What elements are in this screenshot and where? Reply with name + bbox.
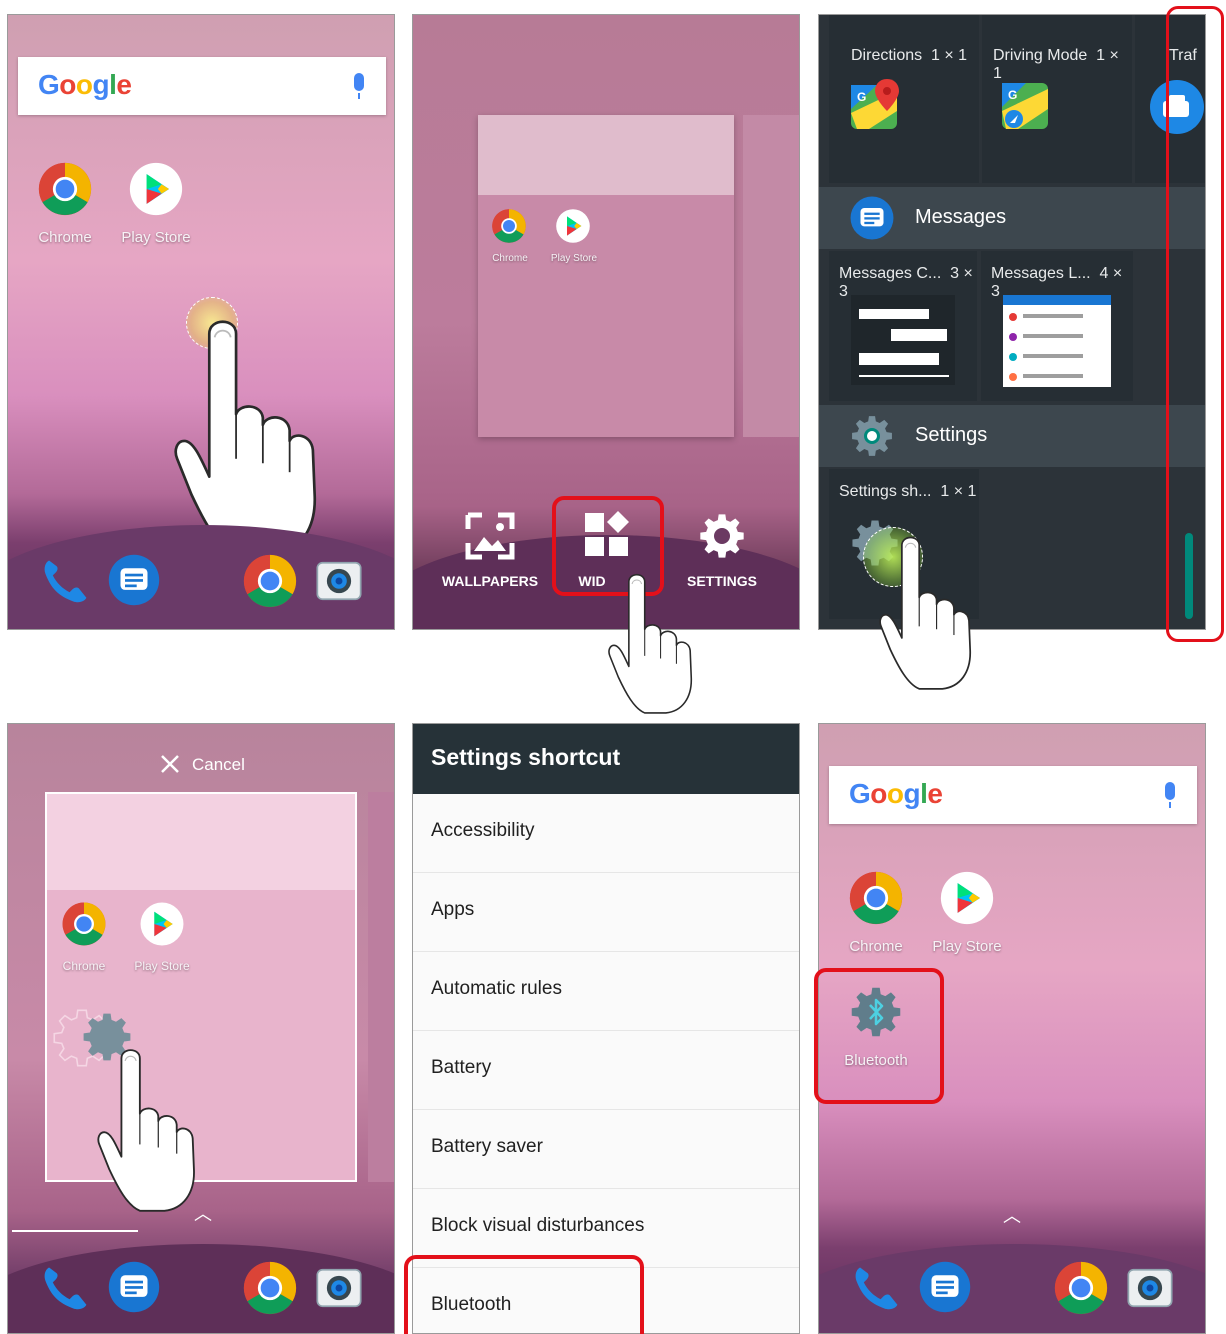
widget-title-driving-mode: Driving Mode 1 × 1 — [993, 47, 1119, 82]
messages-app-header[interactable]: Messages — [819, 187, 1205, 249]
chrome-dock-icon[interactable] — [242, 553, 298, 609]
camera-icon[interactable] — [311, 555, 367, 607]
svg-text:G: G — [1008, 88, 1017, 102]
widget-title-directions: Directions 1 × 1 — [851, 47, 968, 64]
placing-panel: Cancel Chrome Play Store ︿ — [7, 723, 395, 1334]
phone-icon[interactable] — [847, 1260, 903, 1316]
list-item-apps[interactable]: Apps — [413, 873, 799, 952]
messages-app-name: Messages — [915, 206, 1007, 228]
list-item-accessibility[interactable]: Accessibility — [413, 794, 799, 873]
conversation-preview — [851, 295, 955, 385]
chrome-dock-icon[interactable] — [1053, 1260, 1109, 1316]
driving-mode-icon: G — [1002, 83, 1048, 129]
camera-icon[interactable] — [1122, 1262, 1178, 1314]
app-label-play-store: Play Store — [932, 938, 1002, 955]
tap-hand-icon — [580, 566, 720, 714]
settings-shortcut-header: Settings shortcut — [413, 724, 799, 794]
chrome-icon[interactable] — [37, 161, 93, 217]
messages-icon[interactable] — [918, 1260, 972, 1314]
chevron-up-icon: ︿ — [194, 1204, 212, 1224]
cancel-label: Cancel — [192, 755, 245, 774]
google-search-bar[interactable]: Google — [829, 766, 1197, 824]
app-label-play-store: Play Store — [550, 253, 598, 264]
settings-shortcut-panel: Settings shortcut Accessibility Apps Aut… — [412, 723, 800, 1334]
phone-icon[interactable] — [36, 553, 92, 609]
tap-hand-icon — [170, 307, 320, 557]
settings-app-header[interactable]: Settings — [819, 405, 1205, 467]
bluetooth-highlight — [404, 1255, 644, 1334]
home-preview-card — [478, 115, 734, 437]
chrome-icon — [61, 901, 107, 947]
directions-widget[interactable]: Directions 1 × 1 G — [829, 15, 979, 183]
play-store-icon[interactable] — [128, 161, 184, 217]
chrome-icon — [491, 208, 527, 244]
app-label-play-store: Play Store — [121, 229, 191, 246]
settings-app-name: Settings — [915, 424, 988, 446]
phone-icon[interactable] — [36, 1260, 92, 1316]
google-logo: Google — [849, 778, 943, 809]
messages-icon[interactable] — [107, 553, 161, 607]
chrome-icon[interactable] — [848, 870, 904, 926]
play-store-icon — [139, 901, 185, 947]
messages-conversation-widget[interactable]: Messages C... 3 × 3 — [829, 251, 977, 401]
scroll-edge-highlight — [1166, 6, 1224, 642]
app-label-play-store: Play Store — [134, 959, 190, 973]
svg-text:G: G — [857, 90, 866, 104]
bluetooth-shortcut-highlight — [814, 968, 944, 1104]
page-indicator-line — [12, 1230, 138, 1232]
play-store-icon — [555, 208, 591, 244]
wallpapers-option[interactable]: WALLPAPERS — [435, 507, 545, 597]
cancel-button[interactable]: Cancel — [156, 750, 276, 780]
google-logo: Google — [38, 69, 132, 100]
list-item-automatic-rules[interactable]: Automatic rules — [413, 952, 799, 1031]
messages-list-widget[interactable]: Messages L... 4 × 3 — [981, 251, 1133, 401]
messages-icon — [849, 195, 895, 241]
home-screen-panel: Google Chrome Play Store — [7, 14, 395, 630]
chrome-dock-icon[interactable] — [242, 1260, 298, 1316]
list-item-battery[interactable]: Battery — [413, 1031, 799, 1110]
messages-icon[interactable] — [107, 1260, 161, 1314]
next-page-preview[interactable] — [743, 115, 799, 437]
tap-hand-icon — [850, 528, 1000, 690]
mic-icon[interactable] — [354, 73, 364, 99]
play-store-icon[interactable] — [939, 870, 995, 926]
drag-hand-icon — [76, 1040, 216, 1212]
list-item-battery-saver[interactable]: Battery saver — [413, 1110, 799, 1189]
page-title: Settings shortcut — [431, 744, 621, 770]
driving-mode-widget[interactable]: Driving Mode 1 × 1 G — [982, 15, 1132, 183]
camera-icon[interactable] — [311, 1262, 367, 1314]
wallpapers-label: WALLPAPERS — [441, 573, 539, 589]
google-search-bar[interactable]: Google — [18, 57, 386, 115]
wallpaper-icon — [465, 512, 515, 560]
chevron-up-icon: ︿ — [1003, 1206, 1021, 1226]
close-icon — [161, 755, 179, 773]
next-page-preview — [368, 792, 394, 1182]
list-preview — [1003, 295, 1111, 387]
maps-icon: G — [851, 79, 899, 129]
mic-icon[interactable] — [1165, 782, 1175, 808]
widget-title-settings-shortcut: Settings sh... 1 × 1 — [839, 483, 977, 500]
